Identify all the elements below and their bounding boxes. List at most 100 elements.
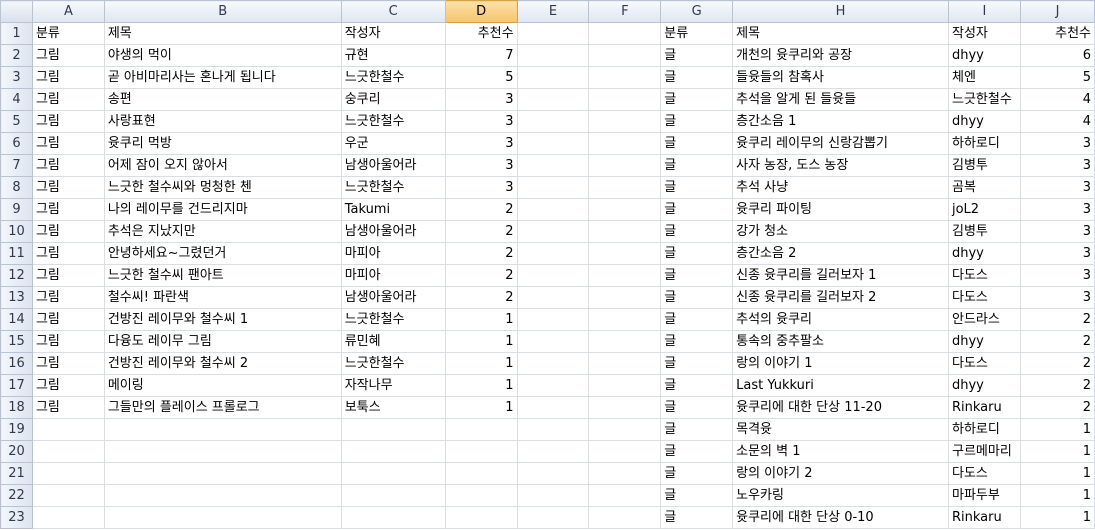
cell-f22[interactable]	[588, 484, 662, 507]
cell-h10[interactable]: 강가 청소	[732, 220, 949, 243]
cell-a18[interactable]: 그림	[31, 396, 105, 419]
cell-e22[interactable]	[516, 484, 590, 507]
cell-g23[interactable]: 글	[660, 506, 734, 529]
cell-j14[interactable]: 2	[1019, 308, 1095, 331]
cell-e23[interactable]	[516, 506, 590, 529]
row-header[interactable]: 5	[0, 110, 33, 133]
column-header-c[interactable]: C	[340, 0, 446, 23]
cell-e9[interactable]	[516, 198, 590, 221]
cell-h2[interactable]: 개천의 윳쿠리와 공장	[732, 44, 949, 67]
cell-j2[interactable]: 6	[1019, 44, 1095, 67]
cell-e16[interactable]	[516, 352, 590, 375]
row-header[interactable]: 20	[0, 440, 33, 463]
cell-j10[interactable]: 3	[1019, 220, 1095, 243]
cell-d6[interactable]: 3	[444, 132, 518, 155]
row-header[interactable]: 13	[0, 286, 33, 309]
cell-d9[interactable]: 2	[444, 198, 518, 221]
row-header[interactable]: 6	[0, 132, 33, 155]
cell-i1[interactable]: 작성자	[947, 22, 1021, 45]
cell-b3[interactable]: 곧 아비마리사는 혼나게 됩니다	[103, 66, 342, 89]
cell-c10[interactable]: 남생아울어라	[340, 220, 446, 243]
cell-f4[interactable]	[588, 88, 662, 111]
cell-g17[interactable]: 글	[660, 374, 734, 397]
cell-g3[interactable]: 글	[660, 66, 734, 89]
cell-i21[interactable]: 다도스	[947, 462, 1021, 485]
cell-a13[interactable]: 그림	[31, 286, 105, 309]
cell-g8[interactable]: 글	[660, 176, 734, 199]
cell-a17[interactable]: 그림	[31, 374, 105, 397]
cell-d16[interactable]: 1	[444, 352, 518, 375]
cell-h1[interactable]: 제목	[732, 22, 949, 45]
cell-a11[interactable]: 그림	[31, 242, 105, 265]
cell-a6[interactable]: 그림	[31, 132, 105, 155]
cell-h8[interactable]: 추석 사냥	[732, 176, 949, 199]
cell-g15[interactable]: 글	[660, 330, 734, 353]
cell-i8[interactable]: 곰복	[947, 176, 1021, 199]
cell-d4[interactable]: 3	[444, 88, 518, 111]
cell-g1[interactable]: 분류	[660, 22, 734, 45]
cell-h20[interactable]: 소문의 벽 1	[732, 440, 949, 463]
cell-d21[interactable]	[444, 462, 518, 485]
cell-f17[interactable]	[588, 374, 662, 397]
cell-a19[interactable]	[31, 418, 105, 441]
cell-c17[interactable]: 자작나무	[340, 374, 446, 397]
cell-a14[interactable]: 그림	[31, 308, 105, 331]
cell-a9[interactable]: 그림	[31, 198, 105, 221]
cell-j11[interactable]: 3	[1019, 242, 1095, 265]
column-header-g[interactable]: G	[660, 0, 734, 23]
cell-c20[interactable]	[340, 440, 446, 463]
cell-j5[interactable]: 4	[1019, 110, 1095, 133]
cell-b5[interactable]: 사랑표현	[103, 110, 342, 133]
cell-i2[interactable]: dhyy	[947, 44, 1021, 67]
column-header-i[interactable]: I	[947, 0, 1021, 23]
column-header-e[interactable]: E	[516, 0, 590, 23]
cell-d18[interactable]: 1	[444, 396, 518, 419]
row-header[interactable]: 23	[0, 506, 33, 529]
cell-i10[interactable]: 김병투	[947, 220, 1021, 243]
row-header[interactable]: 15	[0, 330, 33, 353]
cell-f15[interactable]	[588, 330, 662, 353]
cell-c2[interactable]: 규현	[340, 44, 446, 67]
cell-f19[interactable]	[588, 418, 662, 441]
cell-f5[interactable]	[588, 110, 662, 133]
cell-g12[interactable]: 글	[660, 264, 734, 287]
cell-d13[interactable]: 2	[444, 286, 518, 309]
cell-b21[interactable]	[103, 462, 342, 485]
cell-f14[interactable]	[588, 308, 662, 331]
cell-i22[interactable]: 마파두부	[947, 484, 1021, 507]
row-header[interactable]: 21	[0, 462, 33, 485]
cell-a10[interactable]: 그림	[31, 220, 105, 243]
cell-d1[interactable]: 추천수	[444, 22, 518, 45]
cell-j8[interactable]: 3	[1019, 176, 1095, 199]
cell-j6[interactable]: 3	[1019, 132, 1095, 155]
cell-d20[interactable]	[444, 440, 518, 463]
row-header[interactable]: 19	[0, 418, 33, 441]
cell-g9[interactable]: 글	[660, 198, 734, 221]
cell-a21[interactable]	[31, 462, 105, 485]
cell-i5[interactable]: dhyy	[947, 110, 1021, 133]
row-header[interactable]: 17	[0, 374, 33, 397]
cell-e19[interactable]	[516, 418, 590, 441]
cell-e14[interactable]	[516, 308, 590, 331]
cell-j20[interactable]: 1	[1019, 440, 1095, 463]
cell-j17[interactable]: 2	[1019, 374, 1095, 397]
cell-c13[interactable]: 남생아울어라	[340, 286, 446, 309]
cell-h7[interactable]: 사자 농장, 도스 농장	[732, 154, 949, 177]
cell-b17[interactable]: 메이링	[103, 374, 342, 397]
column-header-b[interactable]: B	[103, 0, 342, 23]
row-header[interactable]: 14	[0, 308, 33, 331]
cell-c21[interactable]	[340, 462, 446, 485]
cell-e17[interactable]	[516, 374, 590, 397]
cell-e3[interactable]	[516, 66, 590, 89]
cell-g22[interactable]: 글	[660, 484, 734, 507]
row-header[interactable]: 2	[0, 44, 33, 67]
column-header-d[interactable]: D	[444, 0, 518, 23]
row-header[interactable]: 4	[0, 88, 33, 111]
row-header[interactable]: 8	[0, 176, 33, 199]
cell-b2[interactable]: 야생의 먹이	[103, 44, 342, 67]
row-header[interactable]: 9	[0, 198, 33, 221]
cell-f16[interactable]	[588, 352, 662, 375]
cell-h4[interactable]: 추석을 알게 된 들윳들	[732, 88, 949, 111]
cell-g11[interactable]: 글	[660, 242, 734, 265]
cell-e4[interactable]	[516, 88, 590, 111]
